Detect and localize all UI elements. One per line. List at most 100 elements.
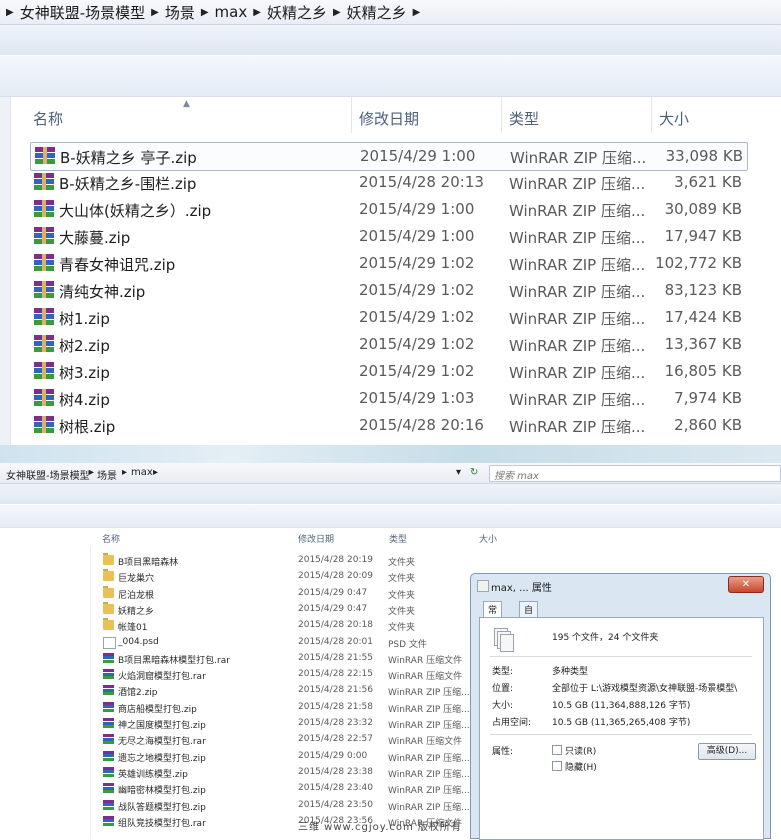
- file-row[interactable]: 帐篷01 2015/4/28 20:18 文件夹: [100, 617, 470, 633]
- hidden-checkbox[interactable]: [552, 761, 562, 771]
- file-type: WinRAR ZIP 压缩...: [388, 769, 470, 780]
- file-row[interactable]: 神之国度模型打包.zip 2015/4/28 23:32 WinRAR ZIP 压缩…: [100, 715, 470, 731]
- file-row[interactable]: B项目黑暗森林模型打包.rar 2015/4/28 21:55 WinRAR 压缩文…: [100, 650, 470, 666]
- chevron-right-icon[interactable]: ▶: [333, 7, 341, 18]
- file-name: 树4.zip: [59, 391, 110, 409]
- winrar-archive-icon: [103, 718, 114, 728]
- column-header-size[interactable]: 大小: [659, 108, 689, 129]
- file-row[interactable]: 火焰洞窟模型打包.rar 2015/4/28 22:15 WinRAR 压缩文件: [100, 666, 470, 682]
- advanced-button[interactable]: 高级(D)...: [698, 743, 756, 760]
- file-name: 妖精之乡: [118, 606, 155, 617]
- column-header-name[interactable]: 名称: [33, 108, 63, 129]
- file-date: 2015/4/28 20:09: [298, 571, 373, 582]
- file-row[interactable]: B-妖精之乡-围栏.zip 2015/4/28 20:13 WinRAR ZIP 压…: [30, 169, 746, 196]
- file-date: 2015/4/29 1:02: [359, 362, 475, 380]
- file-row[interactable]: 无尽之海模型打包.rar 2015/4/28 22:57 WinRAR 压缩文件: [100, 731, 470, 747]
- chevron-right-icon[interactable]: ▸: [122, 467, 127, 478]
- divider: [490, 656, 752, 657]
- chevron-right-icon[interactable]: ▶: [201, 7, 209, 18]
- winrar-archive-icon: [103, 669, 114, 680]
- chevron-right-icon[interactable]: ▶: [253, 7, 261, 18]
- file-date: 2015/4/29 1:02: [359, 335, 475, 353]
- column-header-size[interactable]: 大小: [479, 532, 497, 545]
- file-name: 英雄训练模型.zip: [118, 769, 188, 780]
- file-row[interactable]: 清纯女神.zip 2015/4/29 1:02 WinRAR ZIP 压缩... 83…: [30, 277, 746, 304]
- close-button[interactable]: ✕: [728, 576, 764, 593]
- breadcrumb-item[interactable]: max: [131, 467, 153, 478]
- file-row[interactable]: 酒馆2.zip 2015/4/28 21:56 WinRAR ZIP 压缩...: [100, 682, 470, 698]
- file-name: 商店船模型打包.zip: [118, 704, 197, 715]
- file-row[interactable]: 幽暗密林模型打包.zip 2015/4/28 23:40 WinRAR ZIP 压缩…: [100, 780, 470, 796]
- file-row[interactable]: 妖精之乡 2015/4/29 0:47 文件夹: [100, 601, 470, 617]
- chevron-right-icon[interactable]: ▶: [6, 7, 14, 18]
- file-row[interactable]: 商店船模型打包.zip 2015/4/28 21:58 WinRAR ZIP 压缩.…: [100, 699, 470, 715]
- breadcrumb-item[interactable]: 妖精之乡: [347, 2, 407, 23]
- file-row[interactable]: 青春女神诅咒.zip 2015/4/29 1:02 WinRAR ZIP 压缩...…: [30, 250, 746, 277]
- file-row[interactable]: 大藤蔓.zip 2015/4/29 1:00 WinRAR ZIP 压缩... 17,…: [30, 223, 746, 250]
- file-row[interactable]: 战队答题模型打包.zip 2015/4/28 23:50 WinRAR ZIP 压缩…: [100, 797, 470, 813]
- breadcrumb-item[interactable]: max: [215, 3, 248, 21]
- breadcrumb-item[interactable]: 女神联盟-场景模型: [20, 2, 145, 23]
- column-divider[interactable]: [501, 97, 502, 133]
- file-row[interactable]: B-妖精之乡 亭子.zip 2015/4/29 1:00 WinRAR ZIP 压缩…: [30, 142, 748, 171]
- breadcrumb-item[interactable]: 妖精之乡: [267, 2, 327, 23]
- selection-summary: 195 个文件，24 个文件夹: [552, 633, 659, 643]
- file-date: 2015/4/28 21:56: [298, 685, 373, 696]
- chevron-right-icon[interactable]: ▶: [151, 7, 159, 18]
- file-type: WinRAR 压缩文件: [388, 737, 463, 748]
- column-header-type[interactable]: 类型: [389, 532, 407, 545]
- file-date: 2015/4/29 1:02: [359, 254, 475, 272]
- column-header-date[interactable]: 修改日期: [359, 108, 419, 129]
- tab-custom[interactable]: 自定义: [519, 601, 539, 642]
- dialog-title: max, ... 属性: [491, 583, 552, 594]
- file-date: 2015/4/29 1:00: [359, 200, 475, 218]
- file-type: WinRAR ZIP 压缩...: [509, 283, 646, 301]
- column-header-name[interactable]: 名称: [102, 532, 120, 545]
- readonly-checkbox[interactable]: [552, 745, 562, 755]
- file-type: WinRAR 压缩文件: [388, 672, 463, 683]
- file-size: 17,947 KB: [664, 227, 742, 245]
- file-size: 33,098 KB: [665, 147, 743, 165]
- file-size: 17,424 KB: [664, 308, 742, 326]
- file-row[interactable]: 树3.zip 2015/4/29 1:02 WinRAR ZIP 压缩... 16,8…: [30, 358, 746, 385]
- file-name: _004.psd: [118, 636, 159, 647]
- file-name: 遗忘之地模型打包.zip: [118, 753, 206, 764]
- refresh-icon[interactable]: ↻: [470, 467, 478, 478]
- file-row[interactable]: 巨龙巢穴 2015/4/28 20:09 文件夹: [100, 568, 470, 584]
- file-date: 2015/4/28 20:16: [359, 416, 484, 434]
- file-row[interactable]: 树根.zip 2015/4/28 20:16 WinRAR ZIP 压缩... 2,8…: [30, 412, 746, 439]
- chevron-right-icon[interactable]: ▶: [413, 7, 421, 18]
- file-row[interactable]: 树4.zip 2015/4/29 1:03 WinRAR ZIP 压缩... 7,97…: [30, 385, 746, 412]
- chevron-right-icon[interactable]: ▸: [89, 467, 94, 478]
- file-row[interactable]: 遗忘之地模型打包.zip 2015/4/29 0:00 WinRAR ZIP 压缩.…: [100, 748, 470, 764]
- toolbar-secondary: [0, 56, 781, 97]
- dropdown-arrow-icon[interactable]: ▾: [456, 467, 461, 478]
- file-row[interactable]: 树1.zip 2015/4/29 1:02 WinRAR ZIP 压缩... 17,4…: [30, 304, 746, 331]
- tab-panel: 195 个文件，24 个文件夹 类型: 多种类型 位置: 全部位于 L:\游戏模…: [479, 617, 764, 840]
- file-row[interactable]: _004.psd 2015/4/28 20:01 PSD 文件: [100, 634, 470, 650]
- folder-icon: [103, 618, 114, 631]
- file-date: 2015/4/28 20:13: [359, 173, 484, 191]
- breadcrumb-item[interactable]: 女神联盟-场景模型: [6, 467, 90, 482]
- file-row[interactable]: B项目黑暗森林 2015/4/28 20:19 文件夹: [100, 552, 470, 568]
- column-header-date[interactable]: 修改日期: [298, 532, 334, 545]
- file-row[interactable]: 英雄训练模型.zip 2015/4/28 23:38 WinRAR ZIP 压缩..…: [100, 764, 470, 780]
- column-divider[interactable]: [651, 97, 652, 133]
- file-row[interactable]: 树2.zip 2015/4/29 1:02 WinRAR ZIP 压缩... 13,3…: [30, 331, 746, 358]
- file-date: 2015/4/28 20:19: [298, 555, 373, 565]
- column-header-type[interactable]: 类型: [509, 108, 539, 129]
- file-row[interactable]: 尼泊龙根 2015/4/29 0:47 文件夹: [100, 585, 470, 601]
- chevron-right-icon[interactable]: ▸: [153, 467, 158, 478]
- breadcrumb-item[interactable]: 场景: [165, 2, 195, 23]
- winrar-archive-icon: [34, 200, 54, 217]
- file-date: 2015/4/28 23:32: [298, 718, 373, 728]
- tab-general[interactable]: 常规: [483, 601, 503, 629]
- search-input[interactable]: 搜索 max: [489, 465, 781, 482]
- file-type: WinRAR ZIP 压缩...: [509, 256, 646, 274]
- file-row[interactable]: 大山体(妖精之乡）.zip 2015/4/29 1:00 WinRAR ZIP 压缩…: [30, 196, 746, 223]
- column-divider[interactable]: [351, 97, 352, 133]
- breadcrumb-item[interactable]: 场景: [97, 467, 117, 482]
- location-value: 全部位于 L:\游戏模型资源\女神联盟-场景模型\: [552, 684, 738, 694]
- file-date: 2015/4/29 0:00: [298, 750, 368, 761]
- file-type: WinRAR ZIP 压缩...: [509, 364, 646, 382]
